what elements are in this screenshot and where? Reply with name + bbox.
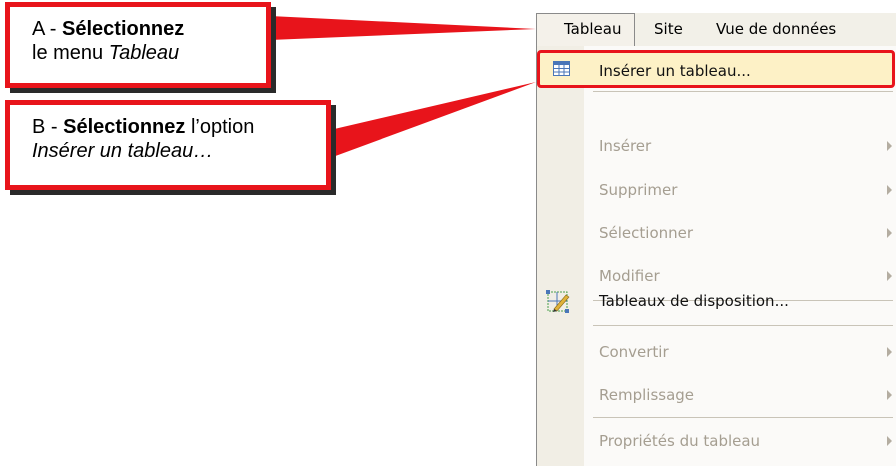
menu-item-label: Insérer <box>599 137 652 155</box>
menu-item-inserer-un-tableau[interactable]: Insérer un tableau... <box>537 50 895 88</box>
callout-b-text: l’option <box>185 116 255 138</box>
callout-a-text: le menu <box>32 42 109 64</box>
callout-a-bold: Sélectionnez <box>62 18 185 40</box>
menu-vue-de-donnees[interactable]: Vue de données <box>708 13 844 46</box>
menu-item-label: Propriétés du tableau <box>599 432 761 450</box>
menu-bar: Tableau Site Vue de données <box>536 13 896 46</box>
table-icon <box>553 61 570 76</box>
menu-item-tableaux-de-disposition[interactable]: Tableaux de disposition... <box>537 281 896 322</box>
submenu-arrow-icon <box>887 347 892 357</box>
submenu-arrow-icon <box>887 228 892 238</box>
menu-separator <box>593 325 893 326</box>
menu-item-inserer[interactable]: Insérer <box>537 126 896 167</box>
menu-item-label: Sélectionner <box>599 224 694 242</box>
menu-item-label: Insérer un tableau... <box>599 62 751 80</box>
callout-b-bold: Sélectionnez <box>63 116 186 138</box>
callout-step-b: B - Sélectionnez l’option Insérer un tab… <box>5 100 331 190</box>
submenu-arrow-icon <box>887 141 892 151</box>
menu-item-label: Supprimer <box>599 181 678 199</box>
callout-a-prefix: A - <box>32 18 63 40</box>
submenu-arrow-icon <box>887 390 892 400</box>
submenu-arrow-icon <box>887 271 892 281</box>
menu-tableau[interactable]: Tableau <box>536 13 635 46</box>
submenu-arrow-icon <box>887 185 892 195</box>
menu-item-label: Convertir <box>599 343 669 361</box>
menu-item-remplissage[interactable]: Remplissage <box>537 375 896 416</box>
menu-vue-label: Vue de données <box>716 20 837 38</box>
menu-item-supprimer[interactable]: Supprimer <box>537 170 896 211</box>
menu-site-label: Site <box>654 20 683 38</box>
menu-tableau-label: Tableau <box>564 20 622 38</box>
menu-separator <box>593 91 893 92</box>
callout-a-italic: Tableau <box>108 42 180 64</box>
callout-step-a: A - Sélectionnez le menu Tableau <box>5 2 271 88</box>
menu-item-label: Tableaux de disposition... <box>599 292 789 310</box>
menu-site[interactable]: Site <box>646 13 691 46</box>
callout-b-italic: Insérer un tableau… <box>32 140 214 162</box>
tableau-dropdown-menu: Insérer un tableau... Insérer Supprimer … <box>536 46 896 466</box>
layout-table-icon <box>546 290 570 313</box>
submenu-arrow-icon <box>887 436 892 446</box>
menu-item-convertir[interactable]: Convertir <box>537 332 896 373</box>
menu-item-selectionner[interactable]: Sélectionner <box>537 213 896 254</box>
menu-item-label: Remplissage <box>599 386 695 404</box>
menu-item-proprietes-du-tableau[interactable]: Propriétés du tableau <box>537 421 896 462</box>
menu-separator <box>593 417 893 418</box>
callout-b-prefix: B - <box>32 116 64 138</box>
